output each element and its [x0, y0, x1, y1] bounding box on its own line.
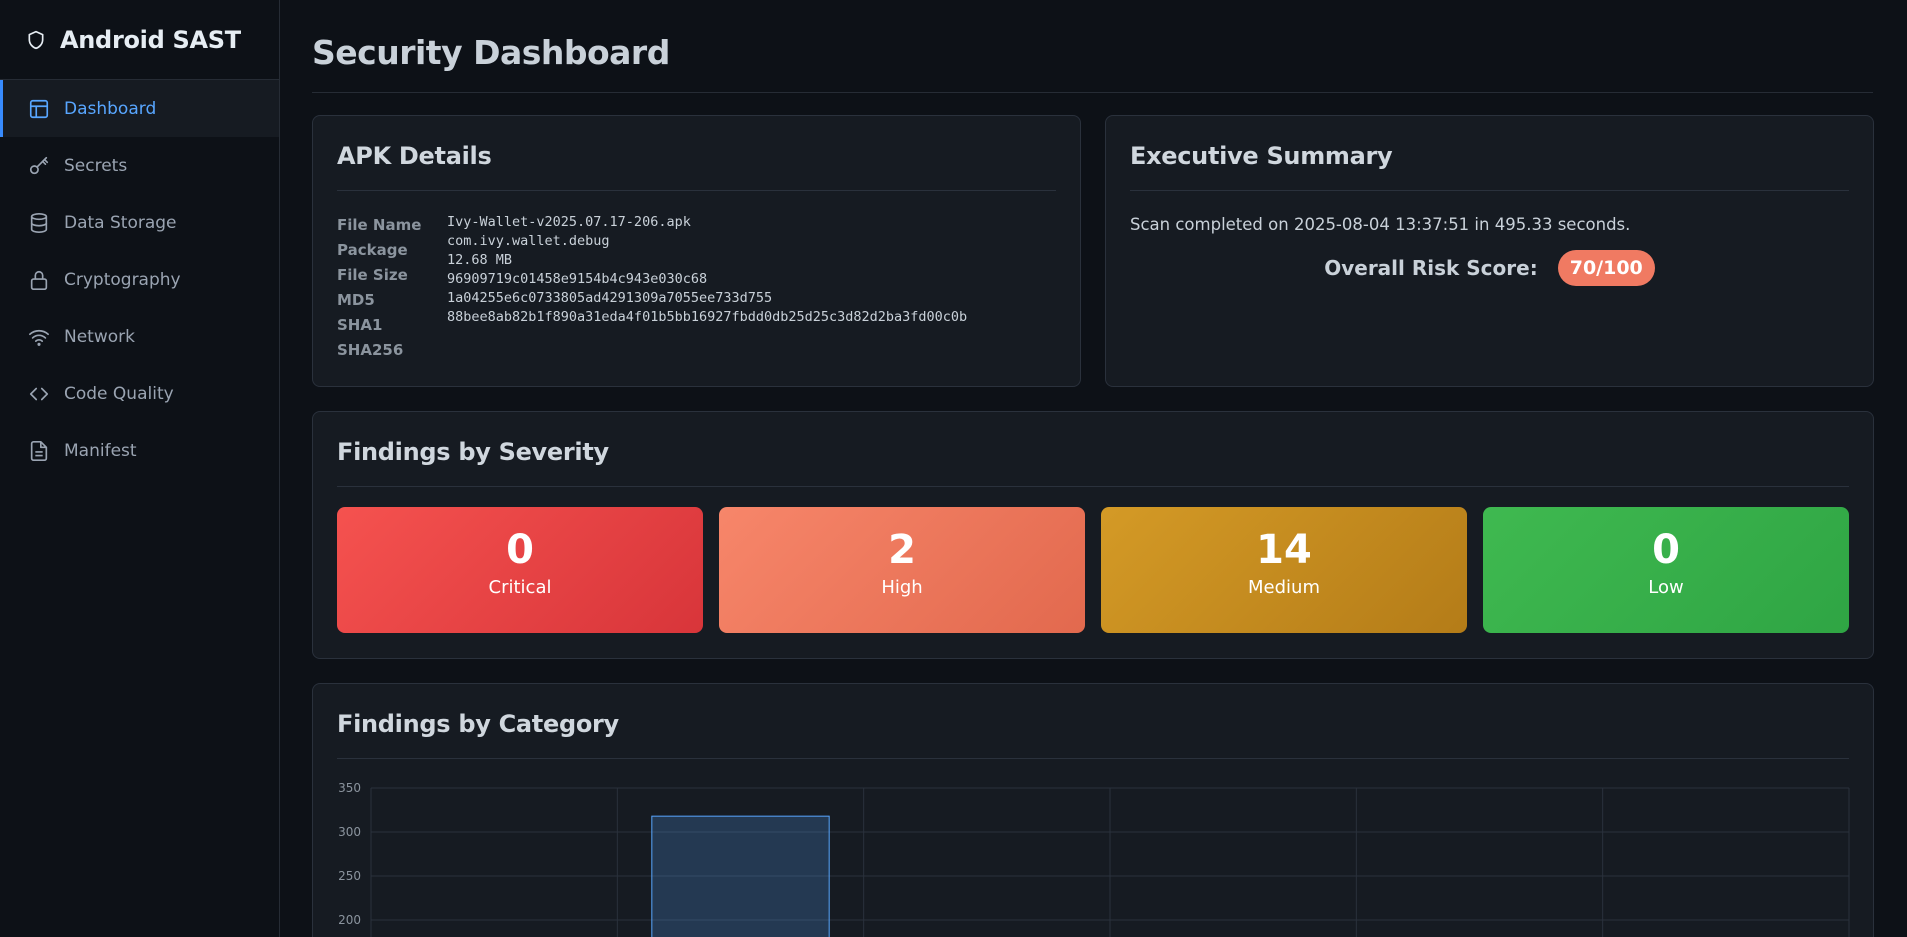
apk-label: File Size — [337, 266, 408, 284]
sidebar-item-label: Cryptography — [64, 269, 181, 290]
apk-details-card: APK Details File Name Package File Size … — [312, 115, 1081, 387]
apk-details-body: File Name Package File Size MD5 SHA1 SHA… — [313, 191, 1080, 363]
apk-labels: File Name Package File Size MD5 SHA1 SHA… — [337, 213, 447, 363]
risk-score-row: Overall Risk Score: 70/100 — [1106, 250, 1873, 286]
sidebar-item-manifest[interactable]: Manifest — [0, 422, 279, 479]
database-icon — [30, 212, 48, 233]
severity-label: Critical — [488, 577, 552, 598]
severity-count: 2 — [888, 527, 916, 573]
sidebar-item-network[interactable]: Network — [0, 308, 279, 365]
sidebar-item-label: Network — [64, 326, 135, 347]
sidebar-item-data-storage[interactable]: Data Storage — [0, 194, 279, 251]
brand: Android SAST — [0, 0, 279, 80]
sidebar-item-label: Data Storage — [64, 212, 177, 233]
severity-count: 0 — [1652, 527, 1680, 573]
y-tick-label: 250 — [338, 869, 361, 883]
severity-card: Findings by Severity 0 Critical 2 High 1… — [312, 411, 1874, 659]
y-tick-label: 300 — [338, 825, 361, 839]
apk-sha1: 1a04255e6c0733805ad4291309a7055ee733d755 — [447, 290, 773, 306]
app-title: Android SAST — [60, 25, 241, 54]
risk-score-badge: 70/100 — [1557, 250, 1655, 286]
apk-file-size: 12.68 MB — [447, 252, 513, 268]
sidebar-item-label: Secrets — [64, 155, 128, 176]
severity-label: High — [881, 577, 923, 598]
severity-label: Medium — [1248, 577, 1320, 598]
category-card: Findings by Category 200 250 300 350 — [312, 683, 1874, 937]
severity-critical[interactable]: 0 Critical — [337, 507, 703, 633]
apk-label: MD5 — [337, 291, 375, 309]
severity-grid: 0 Critical 2 High 14 Medium 0 Low — [313, 487, 1873, 633]
risk-score-label: Overall Risk Score: — [1324, 256, 1538, 280]
apk-label: Package — [337, 241, 408, 259]
card-title: Executive Summary — [1130, 116, 1849, 191]
layout-icon — [29, 99, 49, 118]
card-title: APK Details — [337, 116, 1056, 191]
severity-count: 0 — [506, 527, 534, 573]
severity-low[interactable]: 0 Low — [1483, 507, 1849, 633]
scan-summary-text: Scan completed on 2025-08-04 13:37:51 in… — [1130, 215, 1631, 234]
severity-high[interactable]: 2 High — [719, 507, 1085, 633]
severity-medium[interactable]: 14 Medium — [1101, 507, 1467, 633]
sidebar-item-code-quality[interactable]: Code Quality — [0, 365, 279, 422]
sidebar-item-label: Manifest — [64, 440, 137, 461]
sidebar-item-dashboard[interactable]: Dashboard — [0, 80, 279, 137]
apk-values: Ivy-Wallet-v2025.07.17-206.apk com.ivy.w… — [447, 213, 967, 363]
y-tick-label: 200 — [338, 913, 361, 927]
y-tick-label: 350 — [338, 781, 361, 795]
key-icon — [29, 156, 49, 174]
page-title: Security Dashboard — [312, 0, 1873, 93]
sidebar-item-cryptography[interactable]: Cryptography — [0, 251, 279, 308]
apk-package: com.ivy.wallet.debug — [447, 233, 610, 249]
apk-label: File Name — [337, 216, 422, 234]
card-title: Findings by Category — [337, 684, 1849, 759]
lock-icon — [30, 270, 48, 290]
sidebar-nav: Dashboard Secrets Data Storage Cryptogra… — [0, 80, 279, 479]
wifi-icon — [29, 329, 49, 346]
file-text-icon — [30, 440, 48, 461]
category-chart: 200 250 300 350 — [338, 781, 1850, 937]
apk-sha256: 88bee8ab82b1f890a31eda4f01b5bb16927fbdd0… — [447, 309, 968, 325]
card-title: Findings by Severity — [337, 412, 1849, 487]
sidebar: Android SAST Dashboard Secrets Data Stor… — [0, 0, 280, 937]
severity-count: 14 — [1256, 527, 1312, 573]
shield-icon — [28, 30, 44, 49]
code-icon — [29, 387, 49, 400]
main-content: Security Dashboard APK Details File Name… — [312, 0, 1874, 937]
apk-label: SHA256 — [337, 341, 404, 359]
apk-file-name: Ivy-Wallet-v2025.07.17-206.apk — [447, 214, 691, 230]
sidebar-item-label: Code Quality — [64, 383, 174, 404]
apk-md5: 96909719c01458e9154b4c943e030c68 — [447, 271, 708, 287]
severity-label: Low — [1648, 577, 1684, 598]
executive-summary-card: Executive Summary Scan completed on 2025… — [1105, 115, 1874, 387]
apk-label: SHA1 — [337, 316, 383, 334]
sidebar-item-secrets[interactable]: Secrets — [0, 137, 279, 194]
category-bar[interactable] — [651, 815, 830, 937]
sidebar-item-label: Dashboard — [64, 98, 157, 119]
